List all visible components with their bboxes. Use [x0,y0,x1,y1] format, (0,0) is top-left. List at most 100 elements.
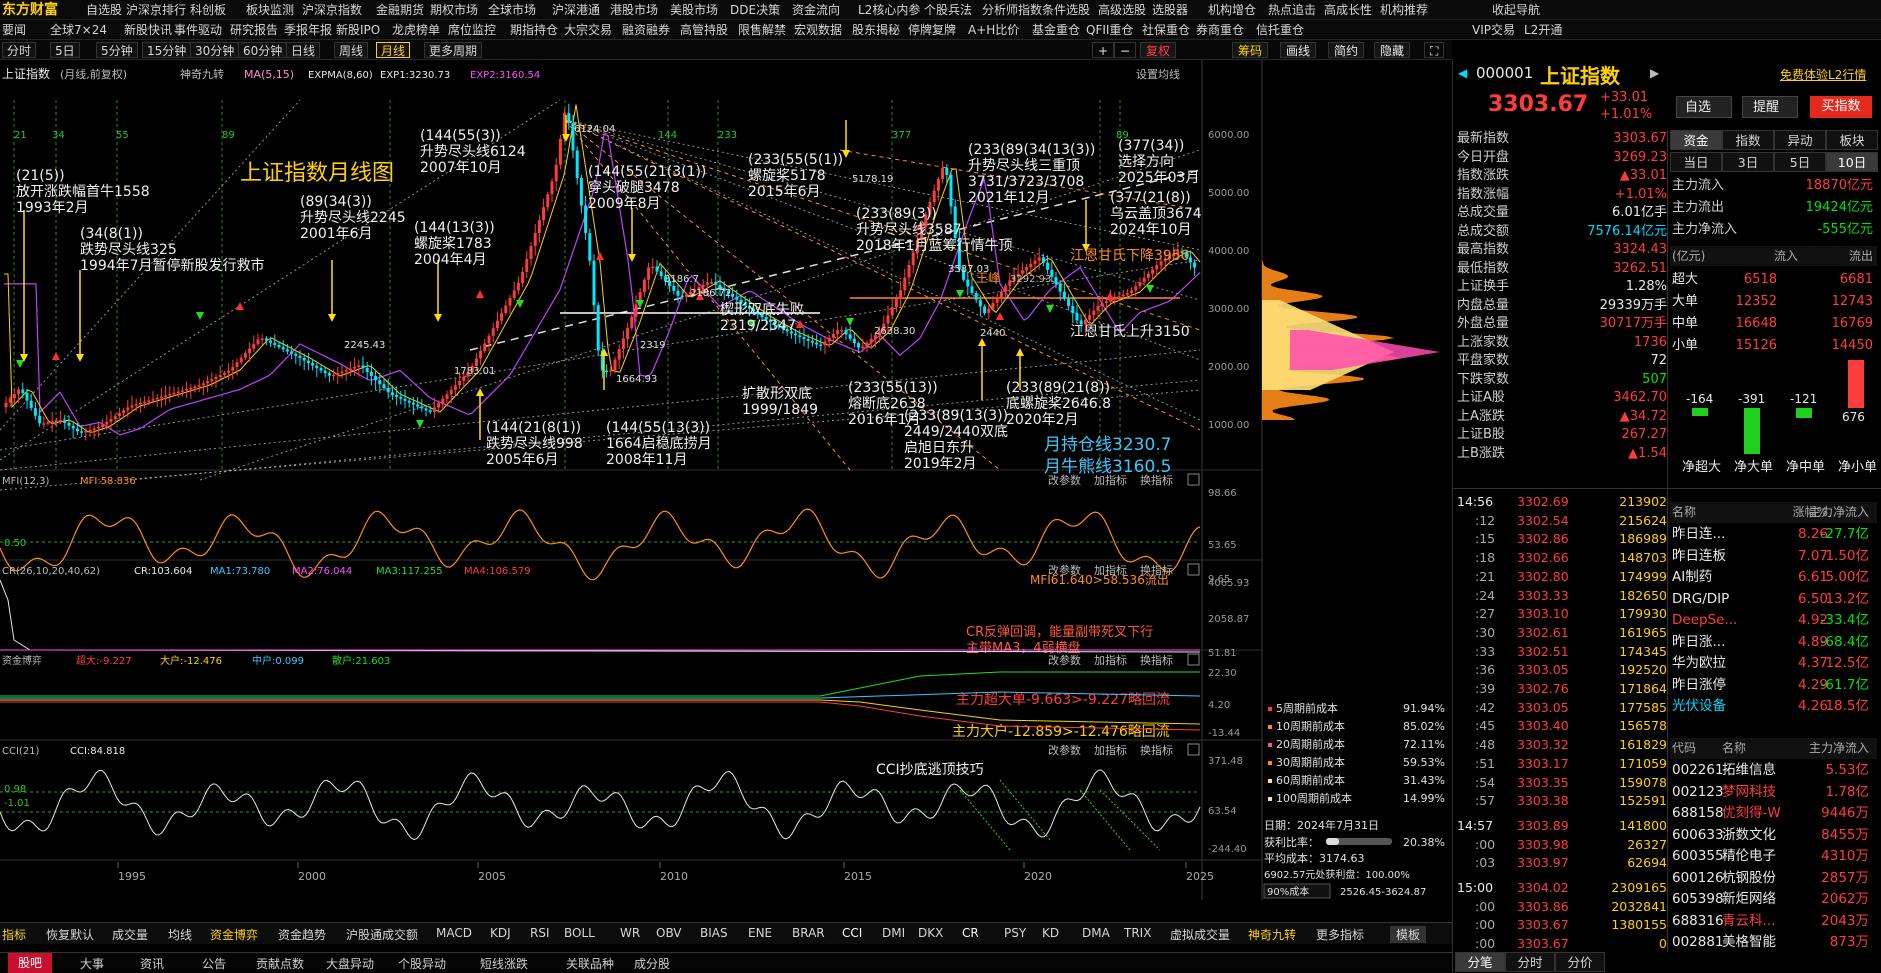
nav-item[interactable]: A+H比价 [968,20,1019,40]
indicator-tab[interactable]: DKX [918,926,943,940]
plus-icon[interactable]: + [1092,42,1115,58]
sector-row[interactable]: 光伏设备 4.26 18.5亿 [1670,696,1877,717]
day-tab[interactable]: 3日 [1722,152,1774,172]
money-tab[interactable]: 资金 [1670,130,1722,150]
toolbar-simple-button[interactable]: 简约 [1328,42,1365,58]
nav-item[interactable]: DDE决策 [730,0,780,20]
nav-item[interactable]: 新股IPO [336,20,380,40]
nav-item[interactable]: 期指持仓 [510,20,558,40]
toolbar-draw-button[interactable]: 画线 [1280,42,1317,58]
nav-item[interactable]: L2核心内参 [858,0,920,20]
free-l2-link[interactable]: 免费体验L2行情 [1780,66,1866,83]
nav-item[interactable]: 个股兵法 [924,0,972,20]
stock-row[interactable]: 002261 拓维信息 5.53亿 [1670,760,1877,781]
nav-item[interactable]: 科创板 [190,0,226,20]
indicator-tab[interactable]: WR [620,926,640,940]
indicator-tab[interactable]: 模板 [1390,926,1427,943]
buy-index-button[interactable]: 买指数 [1810,96,1872,118]
period-button[interactable]: 5分钟 [96,42,138,58]
bottom-nav-tab[interactable]: 成分股 [634,955,670,972]
nav-item[interactable]: 分析师指数 [982,0,1042,20]
stock-row[interactable]: 605398 新炬网络 2062万 [1670,889,1877,910]
nav-item[interactable]: 美股市场 [670,0,718,20]
nav-item[interactable]: 基金重仓 [1032,20,1080,40]
nav-item[interactable]: 宏观数据 [794,20,842,40]
nav-item[interactable]: 限售解禁 [738,20,786,40]
bottom-nav-tab[interactable]: 资讯 [140,955,164,972]
nav-item[interactable]: 全球7×24 [50,20,107,40]
stock-row[interactable]: 002881 美格智能 873万 [1670,932,1877,953]
nav-item[interactable]: 停牌复牌 [908,20,956,40]
stock-row[interactable]: 600633 浙数文化 8455万 [1670,825,1877,846]
prev-icon[interactable]: ◀ [1458,66,1467,80]
sector-row[interactable]: 昨日涨停 4.29 -61.7亿 [1670,675,1877,696]
nav-item[interactable]: 全球市场 [488,0,536,20]
nav-item[interactable]: 席位监控 [448,20,496,40]
sector-row[interactable]: DRG/DIP 6.50 13.2亿 [1670,589,1877,610]
remind-button[interactable]: 提醒 [1742,96,1798,118]
money-tab[interactable]: 板块 [1826,130,1878,150]
sector-row[interactable]: DeepSe... 4.92 -33.4亿 [1670,610,1877,631]
bottom-nav-tab[interactable]: 短线涨跌 [480,955,528,972]
day-tab[interactable]: 5日 [1774,152,1826,172]
nav-item[interactable]: 期权市场 [430,0,478,20]
indicator-tab[interactable]: 神奇九转 [1248,926,1296,943]
period-button[interactable]: 15分钟 [142,42,192,58]
day-tab[interactable]: 10日 [1826,152,1878,172]
indicator-tab[interactable]: ENE [748,926,772,940]
toolbar-chip-button[interactable]: 筹码 [1232,42,1269,58]
period-button[interactable]: 更多周期 [424,42,483,58]
period-button[interactable]: 30分钟 [190,42,240,58]
period-button[interactable]: 月线 [376,42,411,58]
bottom-nav-tab[interactable]: 贡献点数 [256,955,304,972]
indicator-tab[interactable]: 成交量 [112,926,148,943]
nav-item[interactable]: 港股市场 [610,0,658,20]
nav-item[interactable]: 融资融券 [622,20,670,40]
nav-item[interactable]: 沪深京指数 [302,0,362,20]
indicator-tab[interactable]: KDJ [490,926,511,940]
indicator-tab[interactable]: 沪股通成交额 [346,926,418,943]
nav-item[interactable]: 股东揭秘 [852,20,900,40]
indicator-tab[interactable]: 虚拟成交量 [1170,926,1230,943]
sector-row[interactable]: AI制药 6.61 5.00亿 [1670,567,1877,588]
minus-icon[interactable]: − [1114,42,1137,58]
nav-item[interactable]: 机构增仓 [1208,0,1256,20]
nav-item[interactable]: 新股快讯 [124,20,172,40]
indicator-tab[interactable]: BOLL [564,926,595,940]
period-button[interactable]: 60分钟 [238,42,288,58]
indicator-tab[interactable]: CCI [842,926,862,940]
indicator-tab[interactable]: 恢复默认 [46,926,94,943]
nav-item[interactable]: 高成长性 [1324,0,1372,20]
toolbar-fq-button[interactable]: 复权 [1140,42,1177,58]
nav-item[interactable]: 龙虎榜单 [392,20,440,40]
indicator-tab[interactable]: BRAR [792,926,825,940]
indicator-tab[interactable]: KD [1042,926,1059,940]
sector-row[interactable]: 昨日连板 7.07 1.50亿 [1670,546,1877,567]
nav-item[interactable]: 事件驱动 [174,20,222,40]
nav-item[interactable]: 自选股 [86,0,122,20]
stock-row[interactable]: 002123 梦网科技 1.78亿 [1670,782,1877,803]
nav-item[interactable]: 高管持股 [680,20,728,40]
indicator-tab[interactable]: MACD [436,926,472,940]
indicator-tab[interactable]: 资金博弈 [210,926,258,943]
indicator-tab[interactable]: TRIX [1124,926,1151,940]
nav-item[interactable]: VIP交易 [1472,20,1515,40]
sector-row[interactable]: 昨日涨... 4.89 -68.4亿 [1670,632,1877,653]
indicator-tab[interactable]: 资金趋势 [278,926,326,943]
indicator-tab[interactable]: DMA [1082,926,1110,940]
kline-chart[interactable]: 上证指数 (月线,前复权) 神奇九转 MA(5,15) EXPMA(8,60) EXP1:… [0,60,1452,902]
period-button[interactable]: 分时 [2,42,37,58]
nav-item[interactable]: 机构推荐 [1380,0,1428,20]
nav-item[interactable]: 信托重仓 [1256,20,1304,40]
period-button[interactable]: 周线 [334,42,369,58]
stock-row[interactable]: 600355 精伦电子 4310万 [1670,846,1877,867]
favorite-button[interactable]: 自选 [1676,96,1732,118]
indicator-tab[interactable]: PSY [1004,926,1026,940]
bottom-nav-tab[interactable]: 大事 [80,955,104,972]
sector-row[interactable]: 华为欧拉 4.37 12.5亿 [1670,653,1877,674]
nav-item[interactable]: 沪深港通 [552,0,600,20]
nav-item[interactable]: 研究报告 [230,20,278,40]
trade-tab[interactable]: 分价 [1555,952,1605,972]
period-button[interactable]: 日线 [286,42,321,58]
indicator-tab[interactable]: BIAS [700,926,728,940]
